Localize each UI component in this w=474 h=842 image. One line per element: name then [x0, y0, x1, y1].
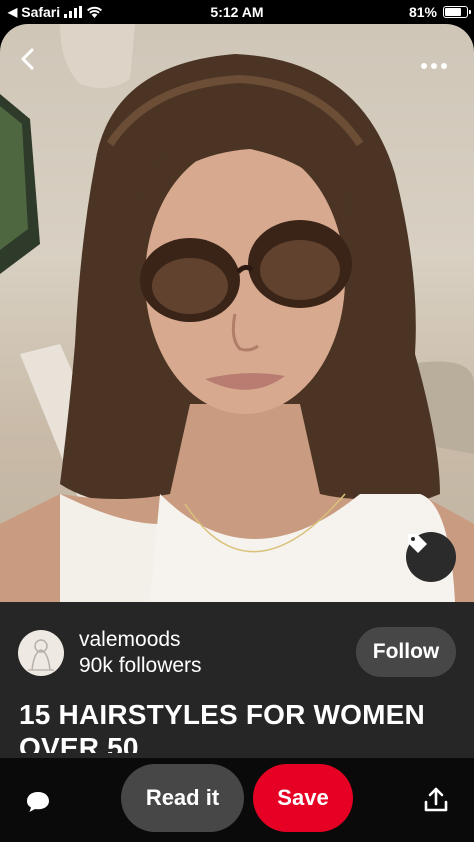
action-bar: Read it Save — [0, 758, 474, 842]
sun-visor — [60, 24, 135, 88]
chevron-left-icon — [21, 48, 34, 70]
status-bar: ◀ Safari 5:12 AM 81% — [0, 0, 474, 24]
save-button[interactable]: Save — [253, 764, 353, 832]
follow-button[interactable]: Follow — [356, 627, 456, 677]
comment-button[interactable] — [22, 786, 54, 818]
creator-row: valemoods 90k followers Follow — [18, 624, 456, 684]
avatar-image — [28, 639, 54, 671]
creator-name[interactable]: valemoods — [79, 628, 181, 652]
battery-level — [445, 8, 462, 16]
more-options-button[interactable] — [416, 54, 452, 78]
pin-photo — [0, 24, 474, 602]
pin-title: 15 HAIRSTYLES FOR WOMEN OVER 50 — [19, 699, 425, 753]
share-button[interactable] — [420, 784, 452, 816]
tag-icon — [408, 534, 427, 553]
pin-image[interactable] — [0, 24, 474, 602]
read-it-button[interactable]: Read it — [121, 764, 244, 832]
product-tag-button[interactable] — [406, 532, 456, 582]
avatar[interactable] — [18, 630, 64, 676]
back-button[interactable] — [20, 48, 56, 84]
comment-icon — [27, 792, 49, 812]
creator-followers: 90k followers — [79, 654, 202, 677]
more-horizontal-icon — [421, 63, 427, 69]
status-time: 5:12 AM — [210, 4, 264, 20]
battery-icon — [443, 6, 471, 18]
share-icon — [424, 787, 448, 812]
